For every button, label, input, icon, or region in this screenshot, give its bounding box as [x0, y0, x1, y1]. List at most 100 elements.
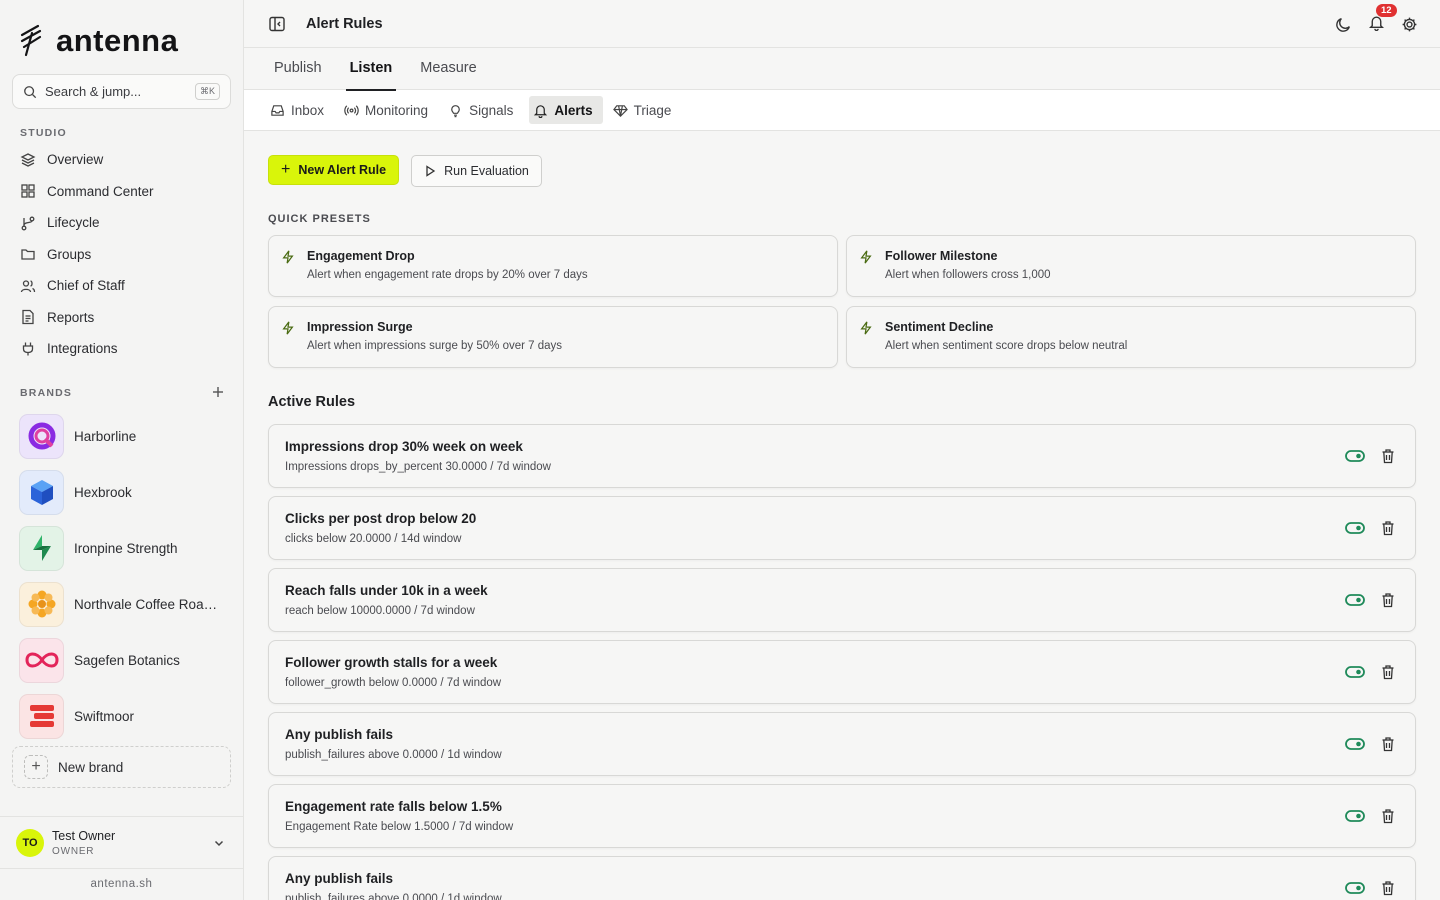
sagefen-logo-icon: [19, 637, 64, 683]
sidebar-item-integrations[interactable]: Integrations: [12, 333, 232, 365]
preset-description: Alert when impressions surge by 50% over…: [307, 340, 563, 352]
preset-card[interactable]: Impression Surge Alert when impressions …: [268, 306, 838, 368]
rule-row: Any publish fails publish_failures above…: [268, 856, 1416, 900]
tab-measure[interactable]: Measure: [420, 48, 476, 90]
inbox-icon: [271, 104, 284, 116]
moon-icon[interactable]: [1335, 16, 1352, 33]
trash-icon[interactable]: [1381, 736, 1395, 752]
subtab-signals[interactable]: Signals: [444, 96, 523, 124]
user-name: Test Owner: [52, 828, 116, 843]
search-shortcut: ⌘K: [194, 83, 220, 100]
toggle-on-icon[interactable]: [1345, 737, 1365, 751]
brand-item-sagefen-botanics[interactable]: Sagefen Botanics: [19, 632, 231, 688]
notifications-button[interactable]: 12: [1368, 4, 1397, 34]
rule-row: Follower growth stalls for a week follow…: [268, 640, 1416, 704]
rule-meta: Impressions drops_by_percent 30.0000 / 7…: [285, 461, 551, 473]
preset-card[interactable]: Sentiment Decline Alert when sentiment s…: [846, 306, 1416, 368]
trash-icon[interactable]: [1381, 880, 1395, 896]
preset-title: Impression Surge: [307, 320, 413, 334]
subtab-monitoring[interactable]: Monitoring: [340, 96, 438, 124]
rule-name: Clicks per post drop below 20: [285, 511, 477, 526]
branch-icon: [21, 216, 35, 231]
sidebar-toggle-icon[interactable]: [268, 15, 286, 33]
document-icon: [22, 310, 34, 325]
sidebar-item-chief-of-staff[interactable]: Chief of Staff: [12, 270, 232, 302]
sidebar-item-label: Lifecycle: [47, 215, 100, 231]
new-brand-button[interactable]: + New brand: [12, 746, 231, 788]
rule-name: Reach falls under 10k in a week: [285, 583, 488, 598]
sidebar-item-reports[interactable]: Reports: [12, 302, 232, 334]
sidebar-nav: Overview Command Center Lifecycle Groups…: [12, 144, 232, 365]
search-icon: [24, 85, 37, 98]
plus-icon: +: [281, 161, 291, 178]
new-alert-rule-button[interactable]: + New Alert Rule: [268, 155, 400, 185]
preset-card[interactable]: Engagement Drop Alert when engagement ra…: [268, 235, 838, 297]
trash-icon[interactable]: [1381, 808, 1395, 824]
search-placeholder: Search & jump...: [45, 84, 142, 99]
brand-item-northvale-coffee[interactable]: Northvale Coffee Roasters: [19, 576, 231, 632]
users-icon: [20, 280, 36, 292]
rule-meta: follower_growth below 0.0000 / 7d window: [285, 677, 502, 689]
topbar: Alert Rules 12: [244, 0, 1440, 48]
toggle-on-icon[interactable]: [1345, 449, 1365, 463]
brand-item-swiftmoor[interactable]: Swiftmoor: [19, 688, 231, 744]
sidebar-item-label: Reports: [47, 309, 95, 325]
trash-icon[interactable]: [1381, 448, 1395, 464]
subtab-inbox[interactable]: Inbox: [266, 96, 334, 124]
rule-meta: publish_failures above 0.0000 / 1d windo…: [285, 893, 502, 900]
bell-icon: [534, 104, 548, 118]
brand-item-ironpine-strength[interactable]: Ironpine Strength: [19, 520, 231, 576]
lightning-icon: [282, 250, 294, 264]
trash-icon[interactable]: [1381, 592, 1395, 608]
preset-title: Follower Milestone: [885, 249, 998, 263]
toggle-on-icon[interactable]: [1345, 521, 1365, 535]
sidebar-item-command-center[interactable]: Command Center: [12, 176, 232, 208]
rule-row: Impressions drop 30% week on week Impres…: [268, 424, 1416, 488]
run-evaluation-button[interactable]: Run Evaluation: [411, 155, 542, 187]
logo[interactable]: antenna: [0, 0, 243, 60]
preset-card[interactable]: Follower Milestone Alert when followers …: [846, 235, 1416, 297]
trash-icon[interactable]: [1381, 520, 1395, 536]
rule-row: Clicks per post drop below 20 clicks bel…: [268, 496, 1416, 560]
sidebar-item-groups[interactable]: Groups: [12, 239, 232, 271]
user-role: OWNER: [52, 845, 95, 857]
tab-listen[interactable]: Listen: [345, 48, 396, 91]
subtab-triage[interactable]: Triage: [609, 96, 682, 124]
user-menu[interactable]: TO Test Owner OWNER: [0, 816, 243, 868]
brand-name: antenna: [56, 22, 179, 58]
footer-url[interactable]: antenna.sh: [0, 868, 243, 900]
search-input[interactable]: Search & jump... ⌘K: [12, 74, 231, 109]
toggle-on-icon[interactable]: [1345, 593, 1365, 607]
toggle-on-icon[interactable]: [1345, 665, 1365, 679]
alerts-content: + New Alert Rule Run Evaluation QUICK PR…: [244, 131, 1440, 900]
toggle-on-icon[interactable]: [1345, 881, 1365, 895]
layers-icon: [20, 153, 36, 167]
sidebar-item-overview[interactable]: Overview: [12, 144, 232, 176]
preset-description: Alert when followers cross 1,000: [885, 269, 1051, 281]
brand-name: Harborline: [74, 428, 137, 444]
brand-name: Hexbrook: [74, 484, 132, 500]
notification-badge: 12: [1376, 4, 1397, 17]
toggle-on-icon[interactable]: [1345, 809, 1365, 823]
active-rules-list: Impressions drop 30% week on week Impres…: [268, 424, 1416, 900]
plug-icon: [22, 342, 34, 356]
sidebar-item-label: Chief of Staff: [47, 278, 125, 294]
brand-item-harborline[interactable]: Harborline: [19, 408, 231, 464]
sidebar-item-lifecycle[interactable]: Lifecycle: [12, 207, 232, 239]
radio-icon: [344, 104, 359, 116]
brand-list: Harborline Hexbrook Ironpine Strength No…: [19, 408, 231, 744]
button-label: Run Evaluation: [444, 164, 529, 178]
sidebar-item-label: Overview: [47, 152, 104, 168]
rule-meta: publish_failures above 0.0000 / 1d windo…: [285, 749, 502, 761]
diamond-icon: [612, 104, 628, 117]
quick-presets-label: QUICK PRESETS: [268, 213, 371, 225]
rule-name: Any publish fails: [285, 727, 394, 742]
trash-icon[interactable]: [1381, 664, 1395, 680]
plus-icon: +: [24, 755, 48, 779]
gear-icon[interactable]: [1401, 16, 1418, 33]
tab-publish[interactable]: Publish: [274, 48, 322, 90]
add-brand-icon[interactable]: [210, 384, 226, 400]
subtab-alerts[interactable]: Alerts: [529, 96, 603, 124]
brand-name: Sagefen Botanics: [74, 652, 180, 668]
brand-item-hexbrook[interactable]: Hexbrook: [19, 464, 231, 520]
